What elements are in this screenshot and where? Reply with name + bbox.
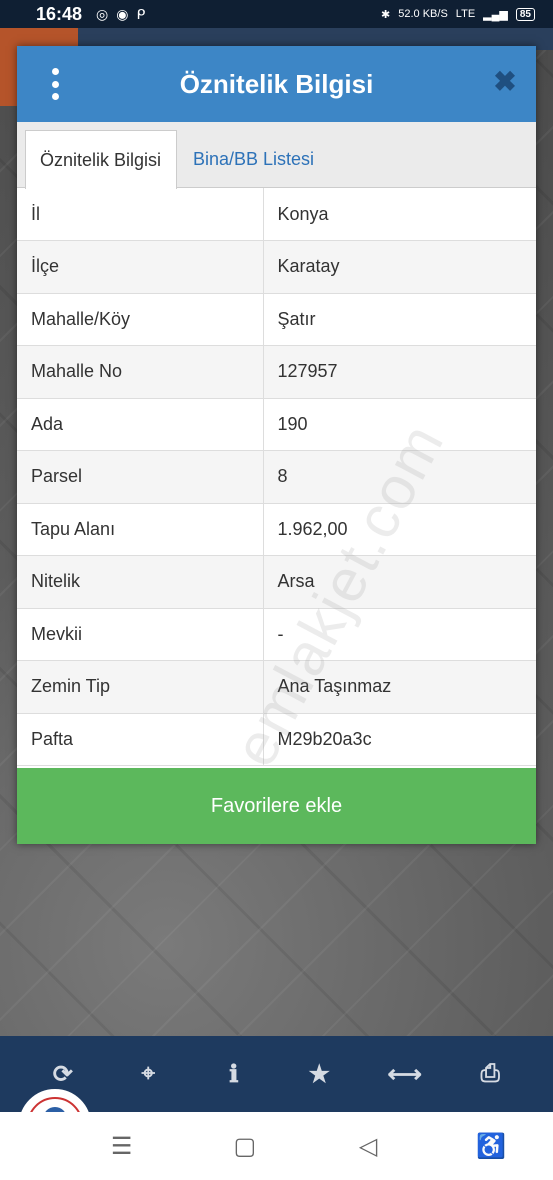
dialog-header: Öznitelik Bilgisi ✖ [17,46,536,122]
tab-attribute-info[interactable]: Öznitelik Bilgisi [25,130,177,189]
table-row: Tapu Alanı 1.962,00 [17,503,536,556]
table-row: Pafta M29b20a3c [17,713,536,766]
network-speed: 52.0 KB/S [398,8,448,20]
accessibility-icon[interactable]: ♿ [471,1126,511,1166]
star-icon[interactable]: ★ [299,1054,339,1094]
table-row: Nitelik Arsa [17,555,536,609]
instagram-icon: ◎ [96,5,109,22]
table-row: Mahalle/Köy Şatır [17,293,536,346]
attribute-value: Karatay [263,240,536,294]
table-row: Ada 190 [17,398,536,451]
back-icon[interactable]: ◁ [348,1126,388,1166]
attribute-value: 127957 [263,345,536,399]
status-bar: 16:48 ◎ ◉ ᑭ ✱ 52.0 KB/S LTE ▂▄▆ 85 [0,0,553,28]
attribute-table: İl Konya İlçe Karatay Mahalle/Köy Şatır Mahall… [17,188,536,766]
measure-icon[interactable]: ⟷ [385,1054,425,1094]
attribute-key: Tapu Alanı [17,503,264,556]
attribute-key: Mahalle/Köy [17,293,264,346]
attribute-key: Parsel [17,450,264,504]
signal-icon: ▂▄▆ [483,8,508,21]
home-icon[interactable]: ▢ [225,1126,265,1166]
table-row: İlçe Karatay [17,240,536,294]
attribute-value: Ana Taşınmaz [263,660,536,714]
attribute-key: Ada [17,398,264,451]
system-nav-bar: ☰ ▢ ◁ ♿ [0,1112,553,1180]
attribute-value: 8 [263,450,536,504]
attribute-value: - [263,608,536,661]
attribute-value: Şatır [263,293,536,346]
more-vertical-icon[interactable] [45,68,65,100]
battery-indicator: 85 [515,7,535,21]
attribute-key: Mevkii [17,608,264,661]
locate-icon[interactable]: ⌖ [128,1054,168,1094]
network-type: LTE [455,8,476,20]
attribute-value: 190 [263,398,536,451]
table-row: Mevkii - [17,608,536,661]
status-time: 16:48 [36,3,83,24]
attribute-key: İlçe [17,240,264,294]
table-row: İl Konya [17,188,536,241]
close-icon[interactable]: ✖ [492,68,518,96]
attribute-dialog: Öznitelik Bilgisi ✖ Öznitelik Bilgisi Bi… [17,46,536,844]
attribute-value: Arsa [263,555,536,609]
attribute-key: Nitelik [17,555,264,609]
recent-apps-icon[interactable]: ☰ [102,1126,142,1166]
attribute-key: Mahalle No [17,345,264,399]
attribute-value: 1.962,00 [263,503,536,556]
add-to-favorites-button[interactable]: Favorilere ekle [17,768,536,844]
attribute-key: İl [17,188,264,241]
table-row: Zemin Tip Ana Taşınmaz [17,660,536,714]
dialog-title: Öznitelik Bilgisi [179,68,374,99]
info-icon[interactable]: ℹ [214,1054,254,1094]
print-icon[interactable]: ⎙ [470,1054,510,1094]
attribute-key: Zemin Tip [17,660,264,714]
chat-icon: ◉ [116,5,129,22]
attribute-value: Konya [263,188,536,241]
tab-building-list[interactable]: Bina/BB Listesi [179,130,328,189]
table-row: Parsel 8 [17,450,536,504]
attribute-value: M29b20a3c [263,713,536,766]
bluetooth-icon: ✱ [381,8,391,21]
dialog-tabs: Öznitelik Bilgisi Bina/BB Listesi [17,122,536,189]
attribute-key: Pafta [17,713,264,766]
table-row: Mahalle No 127957 [17,345,536,399]
p-app-icon: ᑭ [136,5,146,22]
